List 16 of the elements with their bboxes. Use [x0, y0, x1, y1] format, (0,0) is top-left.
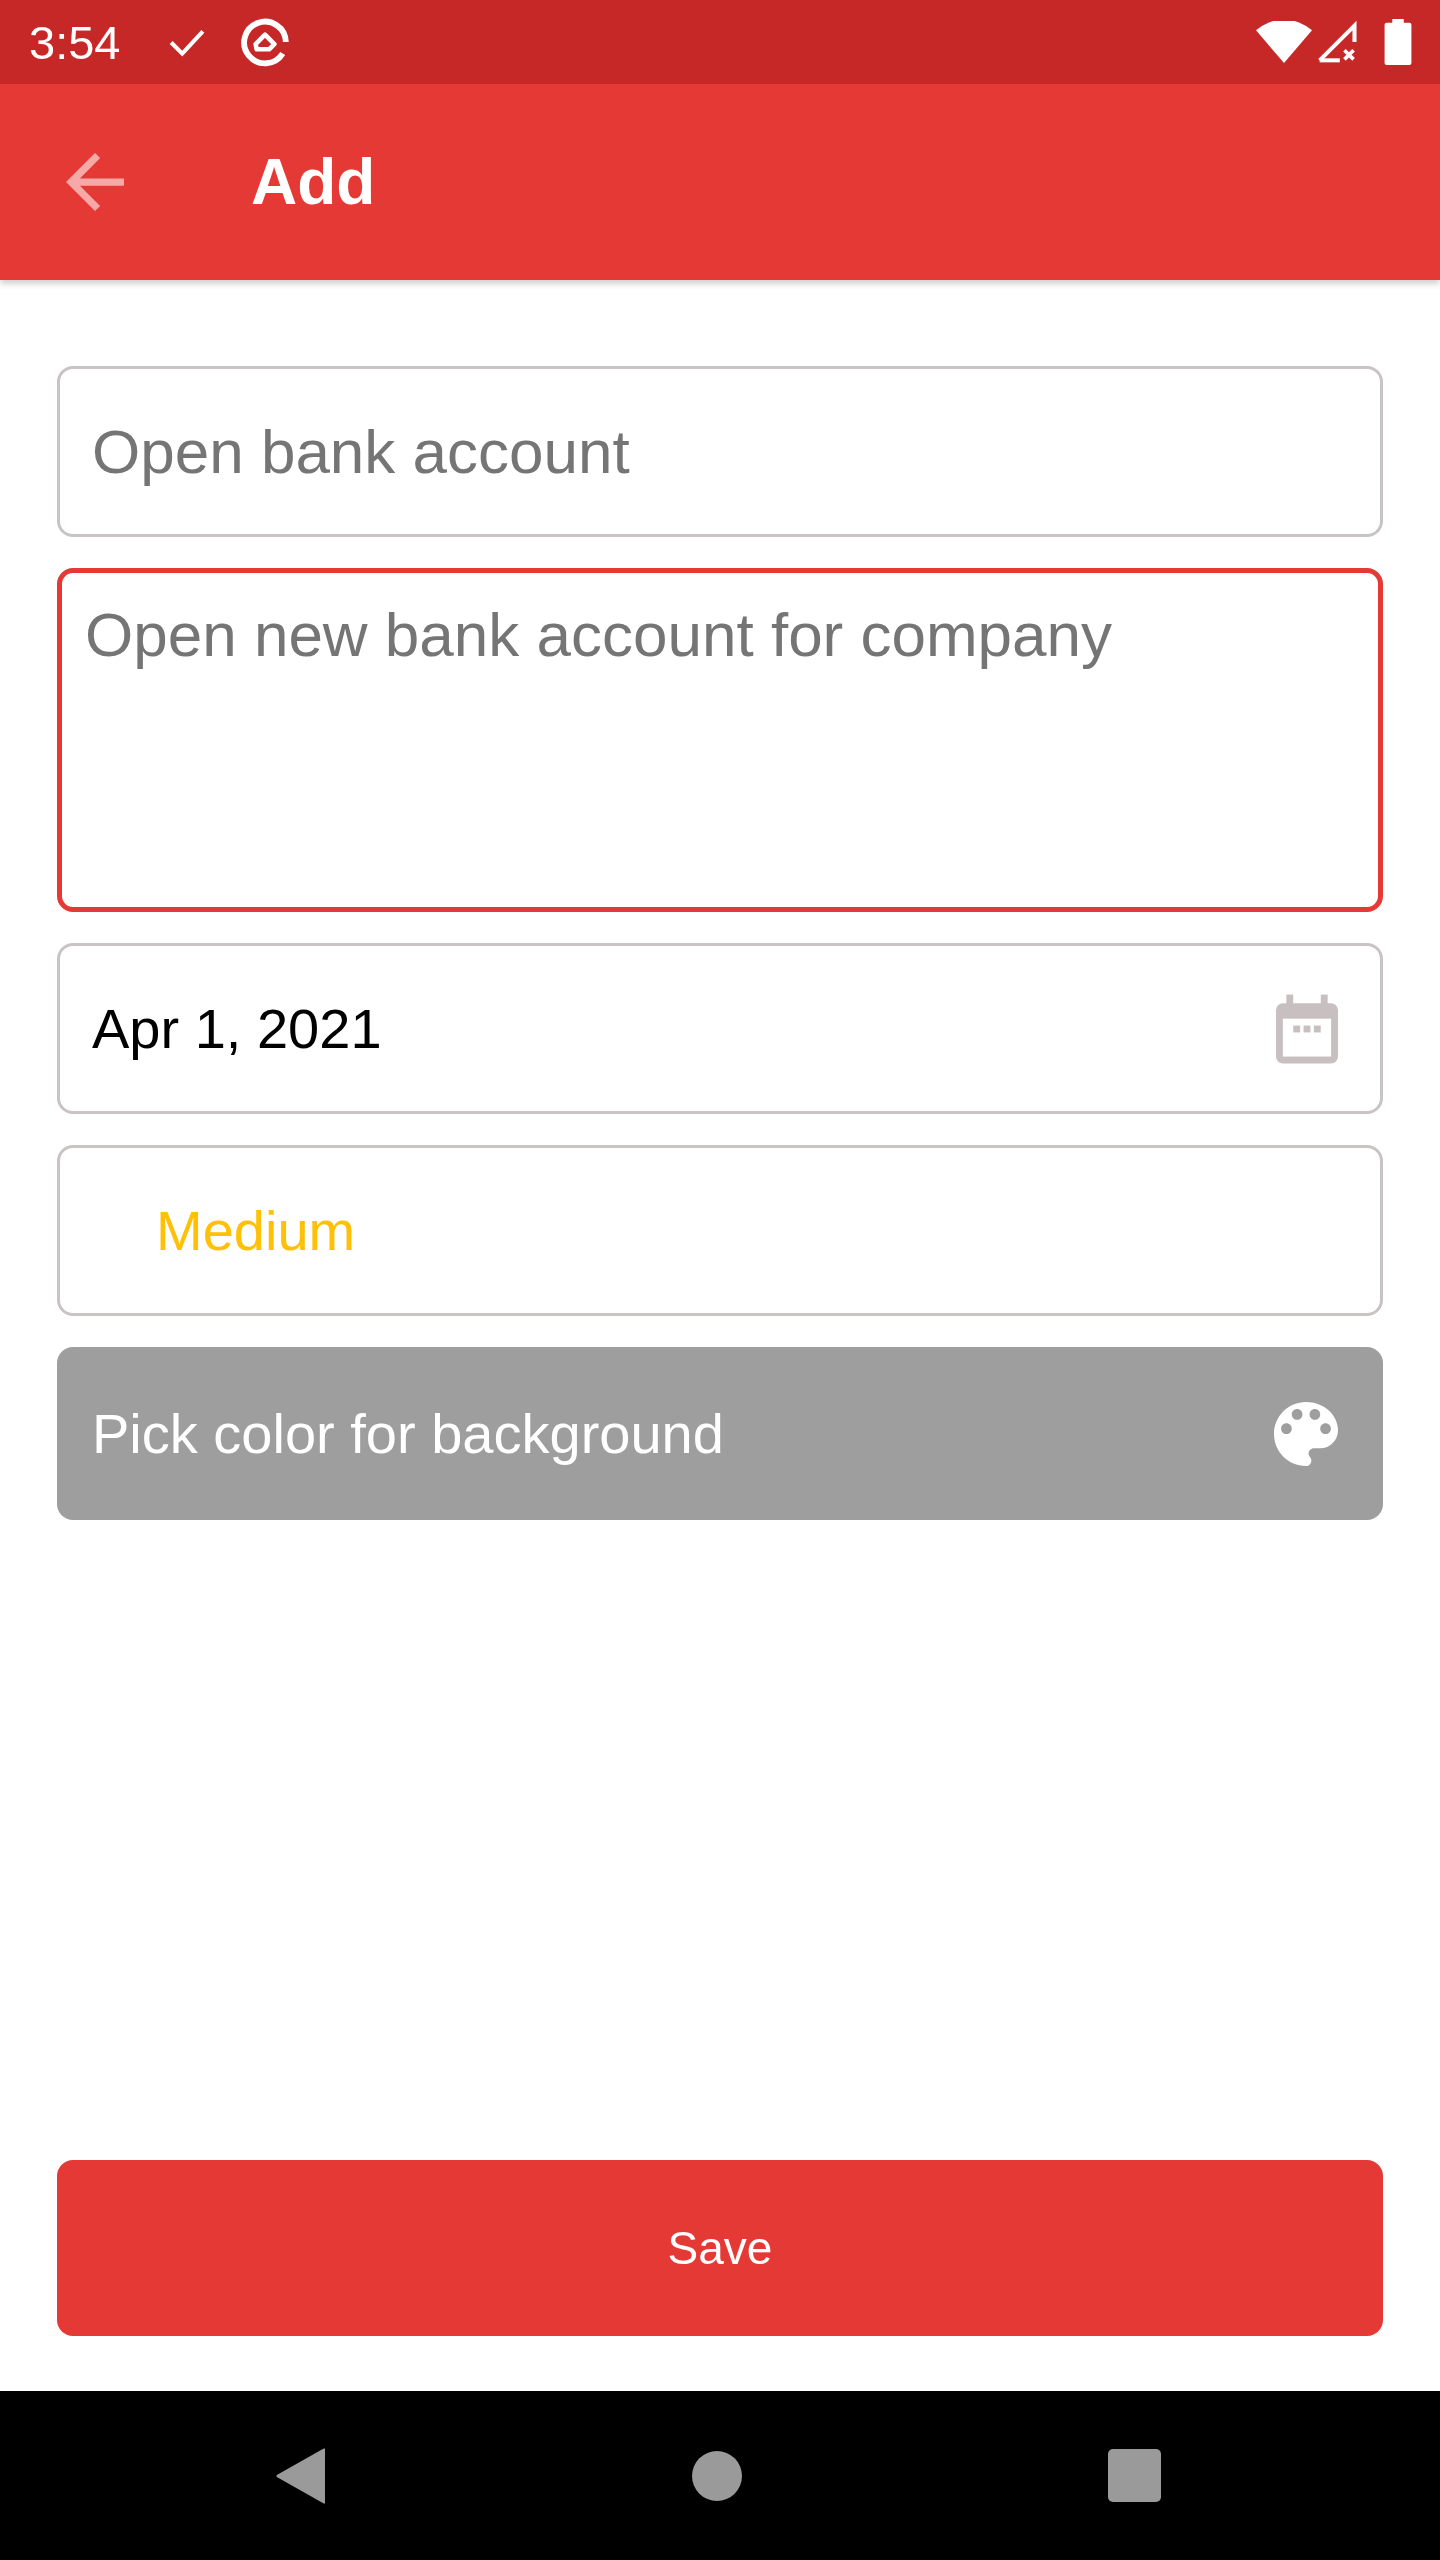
- calendar-icon: [1276, 993, 1338, 1064]
- text-field[interactable]: Open bank account: [57, 366, 1383, 537]
- save-button[interactable]: Save: [57, 2160, 1383, 2336]
- battery-icon: [1384, 19, 1412, 65]
- signal-icon: [1316, 20, 1360, 64]
- palette-icon: [1274, 1401, 1338, 1466]
- color-picker-button[interactable]: Pick color for background: [57, 1347, 1383, 1520]
- screen-title: Add: [251, 145, 376, 219]
- ring-icon: [240, 17, 291, 67]
- date-field[interactable]: Apr 1, 2021: [57, 943, 1383, 1114]
- text-area[interactable]: Open new bank account for company: [57, 568, 1383, 912]
- clock-time: 3:54: [29, 18, 121, 66]
- wifi-icon: [1256, 21, 1312, 63]
- back-triangle-icon[interactable]: [275, 2447, 325, 2504]
- check-icon: [168, 27, 207, 57]
- home-circle-icon[interactable]: [691, 2450, 742, 2501]
